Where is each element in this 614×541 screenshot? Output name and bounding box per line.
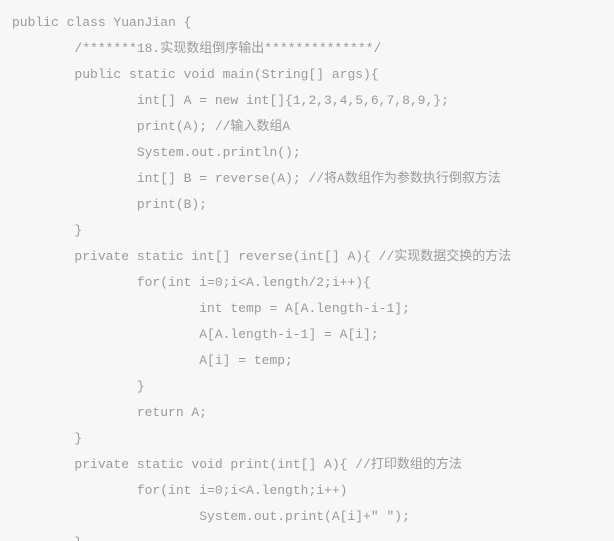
code-line: int temp = A[A.length-i-1]; (12, 296, 602, 322)
code-block: public class YuanJian { /*******18.实现数组倒… (0, 0, 614, 541)
code-line: int[] A = new int[]{1,2,3,4,5,6,7,8,9,}; (12, 88, 602, 114)
code-line: A[i] = temp; (12, 348, 602, 374)
code-line: print(A); //输入数组A (12, 114, 602, 140)
code-line: System.out.println(); (12, 140, 602, 166)
code-line: A[A.length-i-1] = A[i]; (12, 322, 602, 348)
code-line: } (12, 530, 602, 541)
code-line: } (12, 218, 602, 244)
code-line: int[] B = reverse(A); //将A数组作为参数执行倒叙方法 (12, 166, 602, 192)
code-line: public static void main(String[] args){ (12, 62, 602, 88)
code-line: print(B); (12, 192, 602, 218)
code-line: /*******18.实现数组倒序输出**************/ (12, 36, 602, 62)
code-line: return A; (12, 400, 602, 426)
code-line: private static void print(int[] A){ //打印… (12, 452, 602, 478)
code-line: for(int i=0;i<A.length;i++) (12, 478, 602, 504)
code-line: } (12, 426, 602, 452)
code-line: public class YuanJian { (12, 10, 602, 36)
code-line: private static int[] reverse(int[] A){ /… (12, 244, 602, 270)
code-line: for(int i=0;i<A.length/2;i++){ (12, 270, 602, 296)
code-line: } (12, 374, 602, 400)
code-line: System.out.print(A[i]+" "); (12, 504, 602, 530)
